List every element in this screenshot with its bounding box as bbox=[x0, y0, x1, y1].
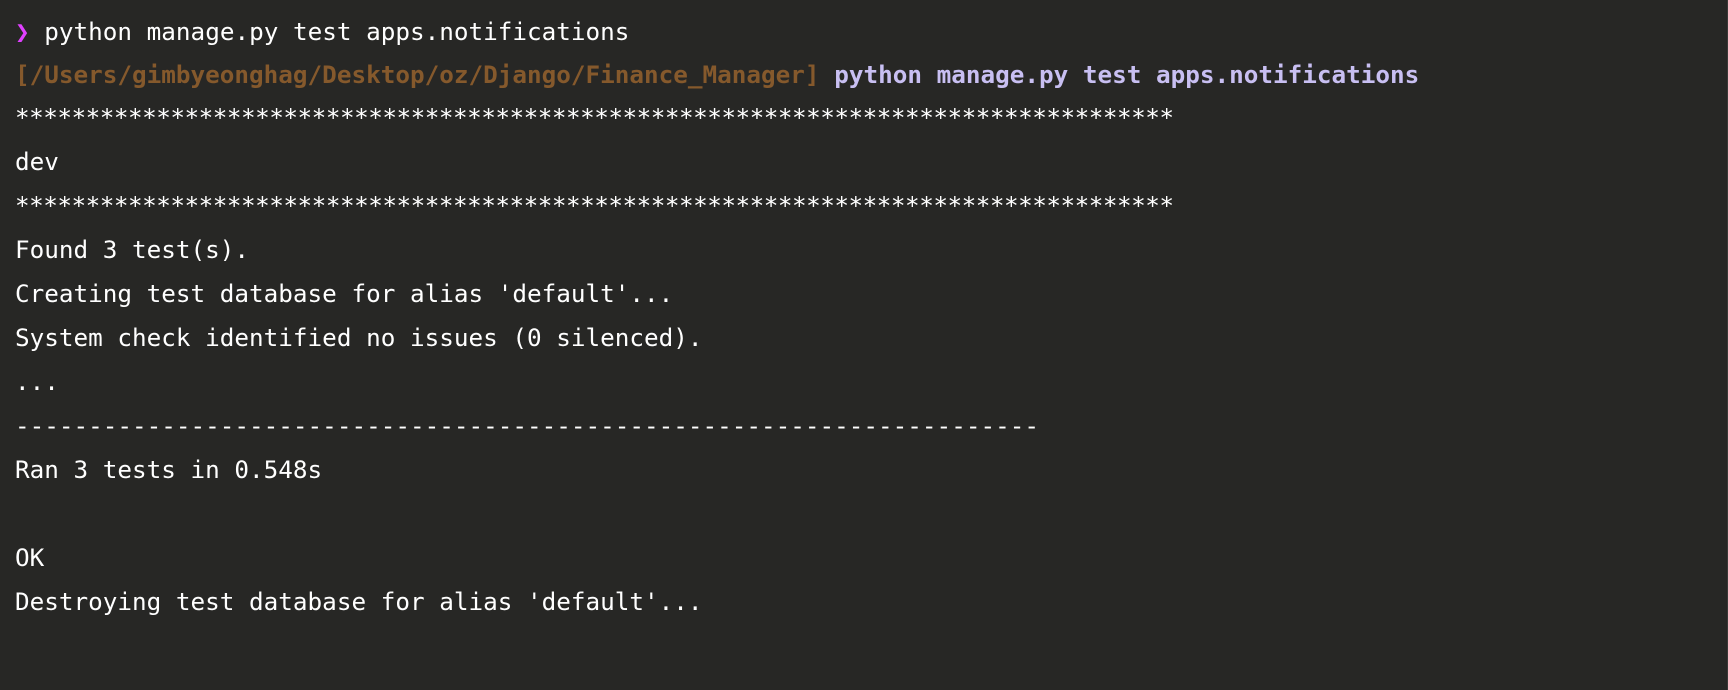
test-progress-dots: ... bbox=[15, 367, 59, 396]
ran-tests-summary: Ran 3 tests in 0.548s bbox=[15, 455, 323, 484]
system-check-text: System check identified no issues (0 sil… bbox=[15, 323, 703, 352]
found-tests-text: Found 3 test(s). bbox=[15, 235, 250, 264]
stars-divider-bottom: ****************************************… bbox=[15, 191, 1174, 220]
terminal-window[interactable]: ❯ python manage.py test apps.notificatio… bbox=[0, 0, 1728, 690]
prompt-chevron-icon: ❯ bbox=[15, 17, 30, 46]
echoed-command: python manage.py test apps.notifications bbox=[834, 60, 1420, 89]
stars-divider-top: ****************************************… bbox=[15, 103, 1174, 132]
working-directory: [/Users/gimbyeonghag/Desktop/oz/Django/F… bbox=[15, 60, 820, 89]
result-status: OK bbox=[15, 543, 45, 572]
destroying-db-text: Destroying test database for alias 'defa… bbox=[15, 587, 703, 616]
prompt-command: python manage.py test apps.notifications bbox=[44, 17, 630, 46]
environment-label: dev bbox=[15, 147, 59, 176]
command-echo-line: [/Users/gimbyeonghag/Desktop/oz/Django/F… bbox=[15, 55, 1419, 95]
creating-db-text: Creating test database for alias 'defaul… bbox=[15, 279, 674, 308]
prompt-line: ❯ python manage.py test apps.notificatio… bbox=[15, 12, 629, 52]
dash-separator: ----------------------------------------… bbox=[15, 411, 1039, 440]
